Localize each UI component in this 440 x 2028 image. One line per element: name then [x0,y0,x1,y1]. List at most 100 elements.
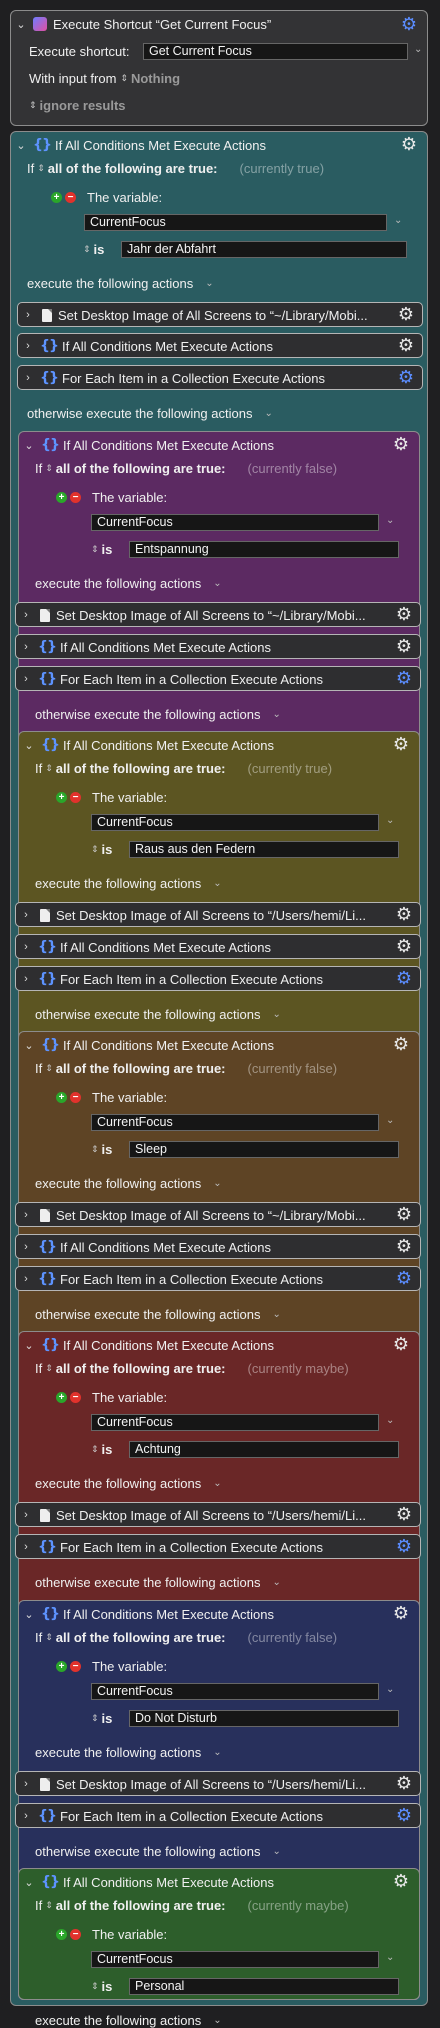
collapse-chevron-icon[interactable]: ⌄ [21,439,37,452]
updown-arrows-icon[interactable]: ⇕ [83,245,91,255]
variable-name-field[interactable]: CurrentFocus [91,1114,379,1131]
otherwise-row[interactable]: otherwise execute the following actions … [35,1007,281,1022]
gear-icon[interactable]: ⚙ [393,636,415,658]
chevron-down-icon[interactable]: ⌄ [272,1846,280,1857]
minus-icon[interactable]: − [70,1392,81,1403]
gear-icon[interactable]: ⚙ [393,968,415,990]
minus-icon[interactable]: − [70,1092,81,1103]
chevron-down-icon[interactable]: ⌄ [213,878,221,889]
gear-icon[interactable]: ⚙ [390,734,412,756]
otherwise-row[interactable]: otherwise execute the following actions … [35,1575,281,1590]
for-each-action[interactable]: › {} For Each Item in a Collection Execute… [15,966,421,991]
for-each-action[interactable]: › {} For Each Item in a Collection Execute… [15,1803,421,1828]
chevron-down-icon[interactable]: ⌄ [213,1178,221,1189]
set-desktop-image-action[interactable]: › Set Desktop Image of All Screens to “~/… [17,302,423,327]
gear-icon[interactable]: ⚙ [393,1504,415,1526]
input-source-popup[interactable]: Nothing [131,71,180,86]
updown-arrows-icon[interactable]: ⇕ [29,101,37,111]
minus-icon[interactable]: − [70,1929,81,1940]
minus-icon[interactable]: − [70,492,81,503]
expand-chevron-icon[interactable]: › [20,309,36,321]
is-operator[interactable]: is [102,1979,113,1994]
otherwise-row[interactable]: otherwise execute the following actions … [35,1844,281,1859]
all-of-popup[interactable]: all of the following are true: [56,461,226,476]
chevron-down-icon[interactable]: ⌄ [213,1478,221,1489]
gear-icon[interactable]: ⚙ [393,904,415,926]
updown-arrows-icon[interactable]: ⇕ [91,845,99,855]
expand-chevron-icon[interactable]: › [18,941,34,953]
expand-chevron-icon[interactable]: › [18,1778,34,1790]
plus-icon[interactable]: + [56,1392,67,1403]
gear-icon[interactable]: ⚙ [393,1536,415,1558]
expand-chevron-icon[interactable]: › [18,641,34,653]
if-block-7[interactable]: ⌄ {} If All Conditions Met Execute Actio… [18,1868,420,2028]
gear-icon[interactable]: ⚙ [393,1204,415,1226]
if-block-header[interactable]: ⌄ {} If All Conditions Met Execute Actio… [19,1032,274,1058]
condition-value-field[interactable]: Raus aus den Federn [129,841,399,858]
expand-chevron-icon[interactable]: › [18,973,34,985]
for-each-action[interactable]: › {} For Each Item in a Collection Execute… [17,365,423,390]
updown-arrows-icon[interactable]: ⇕ [91,545,99,555]
execute-following-row[interactable]: execute the following actions ⌄ [35,876,222,891]
expand-chevron-icon[interactable]: › [18,673,34,685]
updown-arrows-icon[interactable]: ⇕ [120,74,128,84]
expand-chevron-icon[interactable]: › [18,909,34,921]
variable-name-field[interactable]: CurrentFocus [91,814,379,831]
expand-chevron-icon[interactable]: › [18,1209,34,1221]
is-operator[interactable]: is [102,1142,113,1157]
gear-icon[interactable]: ⚙ [393,1236,415,1258]
for-each-action[interactable]: › {} For Each Item in a Collection Execute… [15,1266,421,1291]
otherwise-row[interactable]: otherwise execute the following actions … [27,406,273,421]
gear-icon[interactable]: ⚙ [393,1805,415,1827]
all-of-popup[interactable]: all of the following are true: [56,761,226,776]
all-of-popup[interactable]: all of the following are true: [48,161,218,176]
gear-icon[interactable]: ⚙ [398,14,420,36]
if-block-header[interactable]: ⌄ {} If All Conditions Met Execute Actio… [19,432,274,458]
otherwise-row[interactable]: otherwise execute the following actions … [35,1307,281,1322]
gear-icon[interactable]: ⚙ [390,1034,412,1056]
otherwise-row[interactable]: otherwise execute the following actions … [35,707,281,722]
updown-arrows-icon[interactable]: ⇕ [45,1901,53,1911]
chevron-down-icon[interactable]: ⌄ [386,815,394,826]
if-all-action[interactable]: › {} If All Conditions Met Execute Actions… [15,634,421,659]
collapse-chevron-icon[interactable]: ⌄ [21,1608,37,1621]
if-block-header[interactable]: ⌄ {} If All Conditions Met Execute Actio… [11,132,266,158]
minus-icon[interactable]: − [70,1661,81,1672]
execute-following-row[interactable]: execute the following actions ⌄ [35,1745,222,1760]
set-desktop-image-action[interactable]: › Set Desktop Image of All Screens to “/U… [15,1771,421,1796]
chevron-down-icon[interactable]: ⌄ [264,408,272,419]
execute-following-row[interactable]: execute the following actions ⌄ [35,2013,222,2028]
variable-name-field[interactable]: CurrentFocus [91,1951,379,1968]
is-operator[interactable]: is [102,542,113,557]
plus-icon[interactable]: + [56,1092,67,1103]
minus-icon[interactable]: − [65,192,76,203]
condition-value-field[interactable]: Sleep [129,1141,399,1158]
chevron-down-icon[interactable]: ⌄ [386,1115,394,1126]
expand-chevron-icon[interactable]: › [18,1273,34,1285]
collapse-chevron-icon[interactable]: ⌄ [13,18,29,31]
updown-arrows-icon[interactable]: ⇕ [91,1445,99,1455]
updown-arrows-icon[interactable]: ⇕ [45,1064,53,1074]
if-all-action[interactable]: › {} If All Conditions Met Execute Actions… [17,333,423,358]
gear-icon[interactable]: ⚙ [393,1268,415,1290]
all-of-popup[interactable]: all of the following are true: [56,1361,226,1376]
set-desktop-image-action[interactable]: › Set Desktop Image of All Screens to “~/… [15,602,421,627]
all-of-popup[interactable]: all of the following are true: [56,1061,226,1076]
shortcut-name-field[interactable]: Get Current Focus [143,43,408,60]
if-block-header[interactable]: ⌄ {} If All Conditions Met Execute Actio… [19,1332,274,1358]
gear-icon[interactable]: ⚙ [393,1773,415,1795]
for-each-action[interactable]: › {} For Each Item in a Collection Execute… [15,1534,421,1559]
condition-value-field[interactable]: Jahr der Abfahrt [121,241,407,258]
is-operator[interactable]: is [102,1711,113,1726]
chevron-down-icon[interactable]: ⌄ [386,1415,394,1426]
chevron-down-icon[interactable]: ⌄ [386,1684,394,1695]
expand-chevron-icon[interactable]: › [18,1541,34,1553]
gear-icon[interactable]: ⚙ [395,335,417,357]
expand-chevron-icon[interactable]: › [18,609,34,621]
updown-arrows-icon[interactable]: ⇕ [45,464,53,474]
chevron-down-icon[interactable]: ⌄ [386,515,394,526]
gear-icon[interactable]: ⚙ [390,1334,412,1356]
all-of-popup[interactable]: all of the following are true: [56,1630,226,1645]
variable-name-field[interactable]: CurrentFocus [91,514,379,531]
chevron-down-icon[interactable]: ⌄ [272,709,280,720]
